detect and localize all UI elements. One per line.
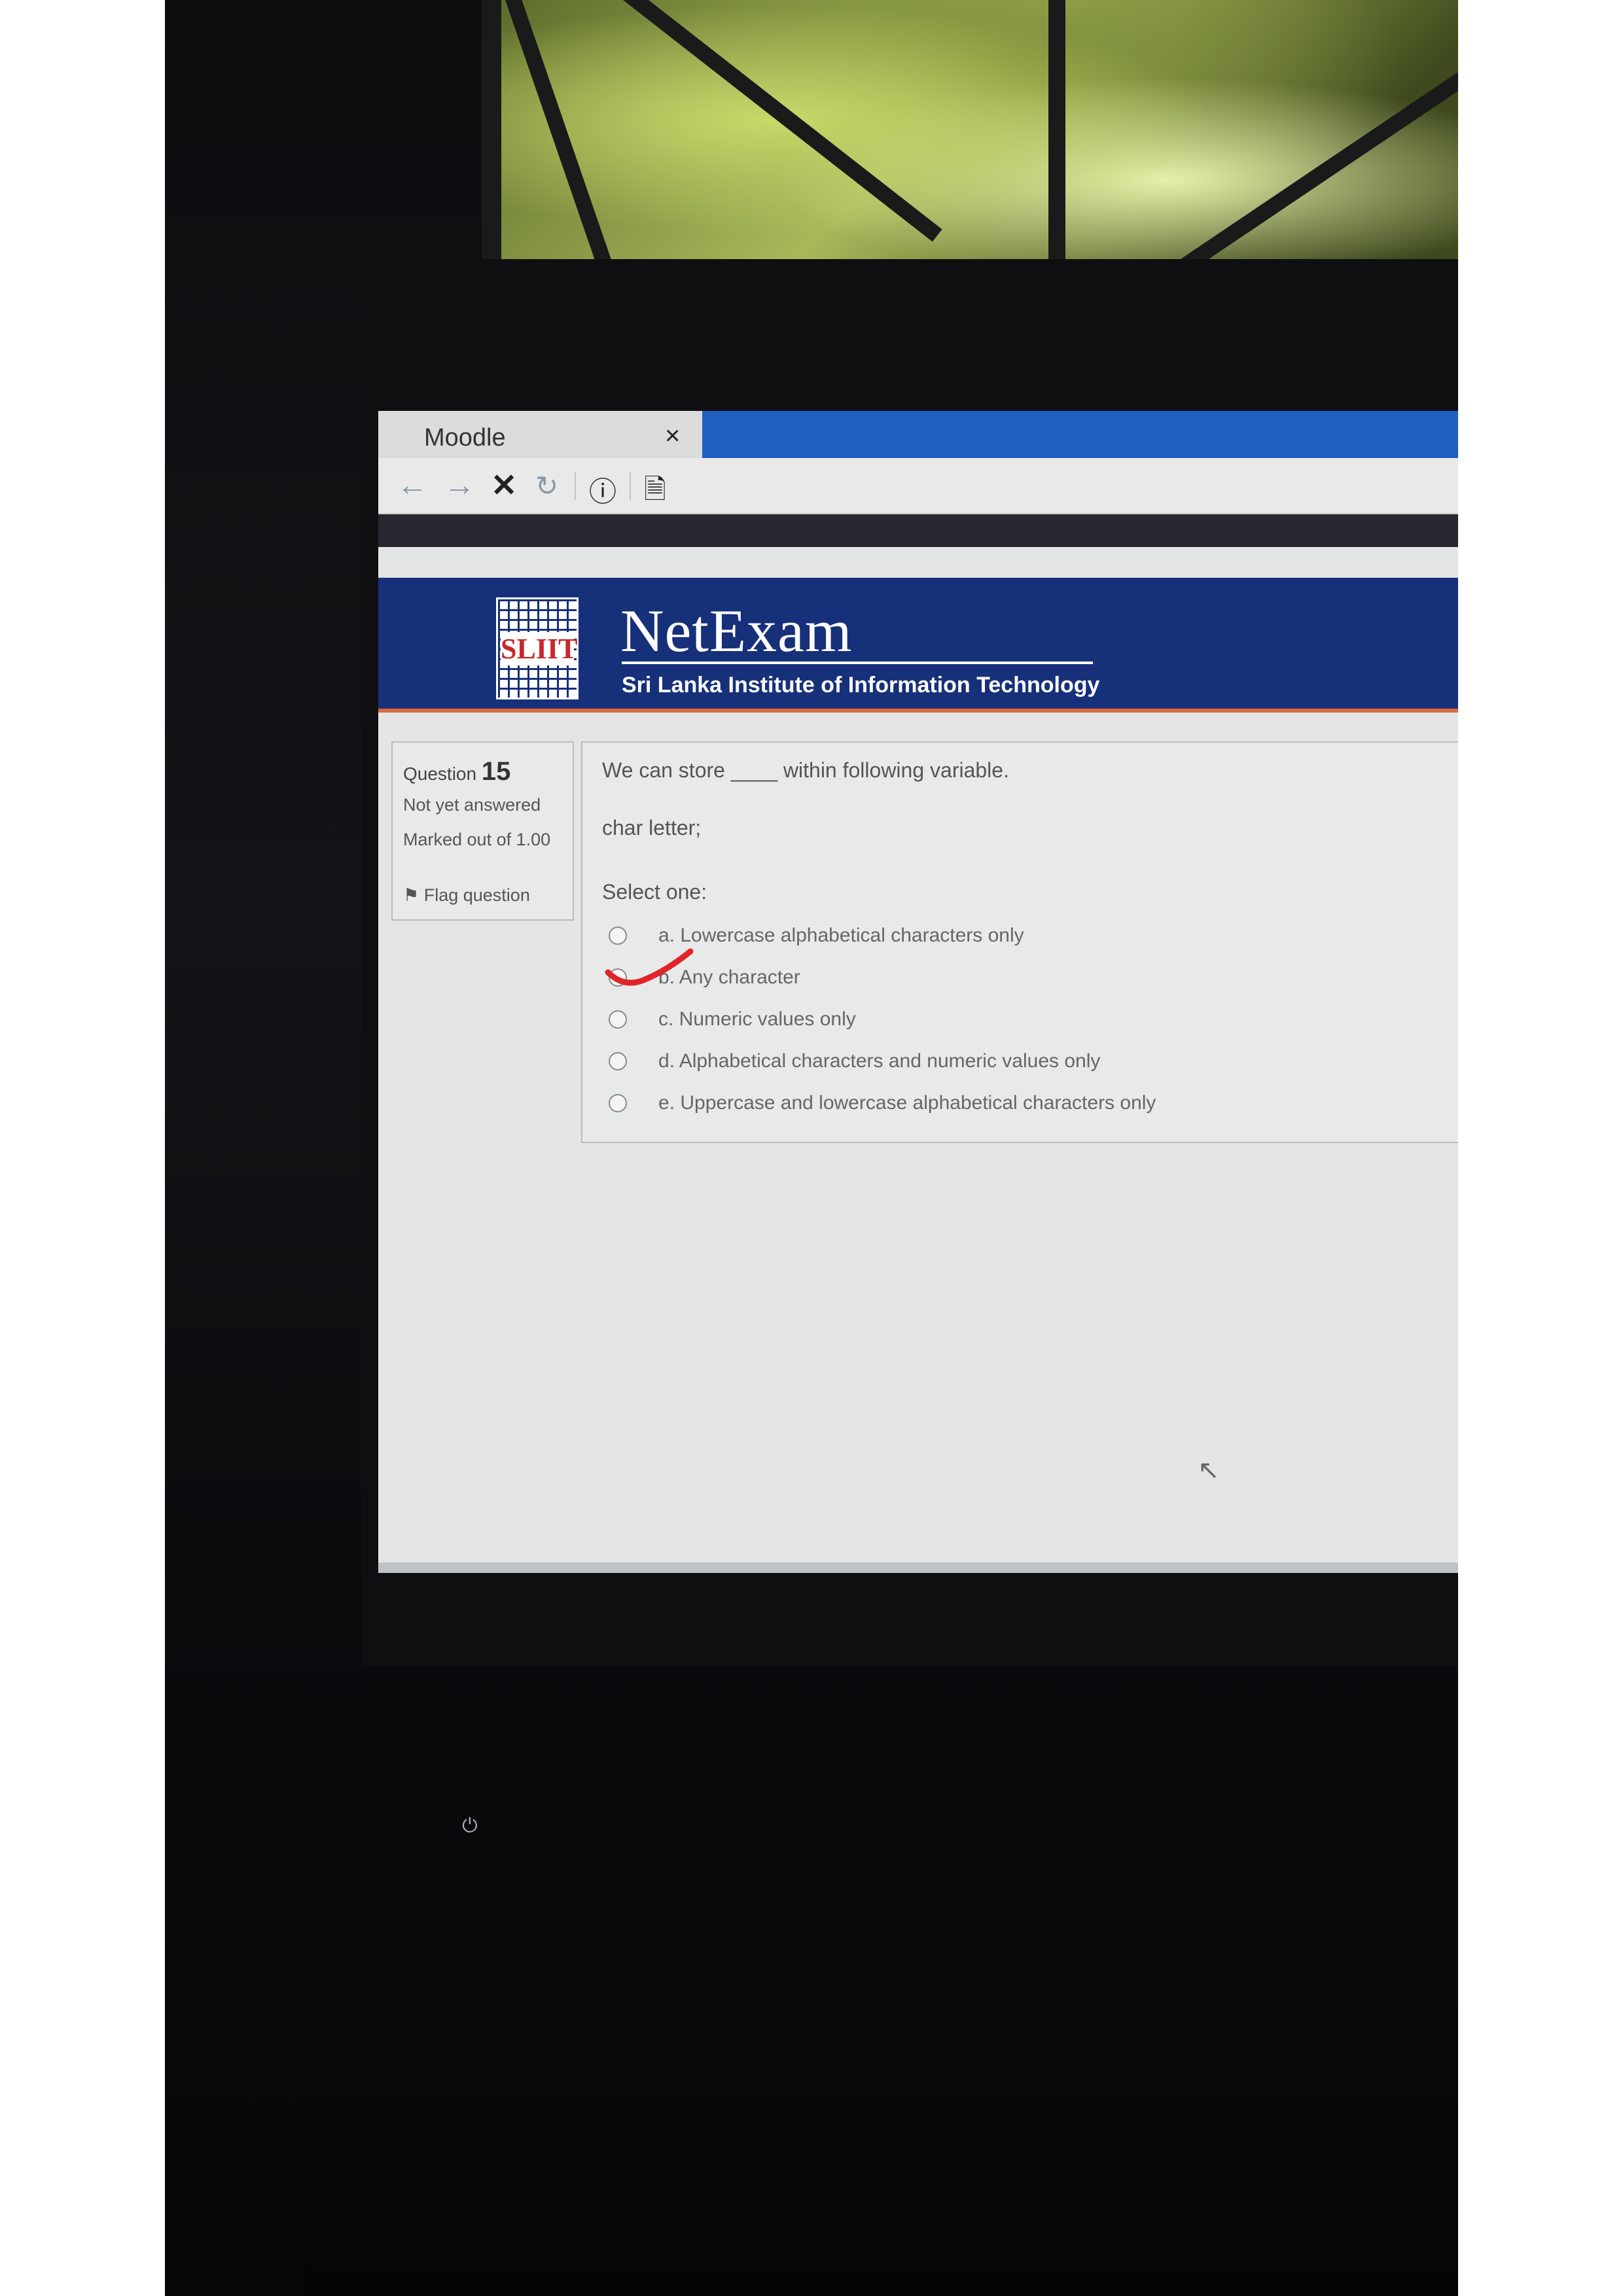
answer-option-c[interactable]: c. Numeric values only — [609, 1003, 856, 1036]
close-tab-icon[interactable]: × — [665, 421, 680, 451]
browser-toolbar: ← → ✕ ↻ ⓘ 🗎 — [378, 458, 1458, 514]
site-header: SLIIT NetExam Sri Lanka Institute of Inf… — [378, 578, 1458, 713]
answer-option-d[interactable]: d. Alphabetical characters and numeric v… — [609, 1045, 1100, 1078]
answer-option-e[interactable]: e. Uppercase and lowercase alphabetical … — [609, 1087, 1156, 1120]
sliit-logo[interactable]: SLIIT — [496, 597, 579, 699]
tab-title: Moodle — [424, 424, 506, 451]
question-label-text: Question — [403, 764, 477, 784]
answer-option-label: a. Lowercase alphabetical characters onl… — [658, 925, 1024, 946]
flag-question-label: Flag question — [423, 885, 530, 905]
question-info-box: Question 15 Not yet answered Marked out … — [391, 741, 574, 921]
tab-strip: Moodle × — [378, 411, 1458, 458]
back-arrow-icon[interactable]: ← — [397, 467, 428, 503]
question-number: 15 — [481, 757, 511, 786]
radio-button[interactable] — [609, 927, 627, 945]
mouse-cursor-icon: ↖ — [1198, 1456, 1220, 1485]
brand-divider — [622, 662, 1093, 664]
question-state: Not yet answered — [403, 795, 541, 815]
brand-subtitle: Sri Lanka Institute of Information Techn… — [622, 673, 1100, 698]
toolbar-separator — [630, 472, 631, 500]
radio-button[interactable] — [609, 1094, 627, 1112]
question-label: Question 15 — [403, 757, 510, 786]
red-checkmark-annotation — [605, 948, 694, 986]
window-bar — [482, 0, 501, 275]
question-content: We can store ____ within following varia… — [581, 741, 1458, 1143]
logo-text: SLIIT — [501, 632, 578, 665]
window-bar — [1048, 0, 1065, 281]
radio-button[interactable] — [609, 1052, 627, 1070]
forward-arrow-icon[interactable]: → — [444, 467, 475, 503]
screen-scrollbar[interactable] — [378, 1563, 1458, 1573]
select-one-label: Select one: — [602, 880, 707, 904]
question-marks: Marked out of 1.00 — [403, 830, 551, 849]
flag-question-link[interactable]: ⚑ Flag question — [403, 885, 530, 906]
answer-option-label: d. Alphabetical characters and numeric v… — [658, 1050, 1101, 1072]
power-led-icon: ⏻ — [462, 1815, 478, 1837]
brand-name: NetExam — [620, 597, 853, 664]
question-text: We can store ____ within following varia… — [602, 758, 1009, 782]
laptop-keyboard — [308, 1891, 1458, 2296]
laptop-screen: Moodle × ← → ✕ ↻ ⓘ 🗎 SLIIT NetExam Sri L… — [378, 411, 1458, 1573]
reload-icon[interactable]: ↻ — [535, 470, 558, 502]
window-foliage — [482, 0, 1458, 300]
page-top-gap — [378, 514, 1458, 547]
answer-option-label: c. Numeric values only — [658, 1008, 856, 1030]
reader-icon[interactable]: 🗎 — [644, 470, 666, 516]
question-code: char letter; — [602, 816, 702, 839]
toolbar-separator — [575, 472, 576, 500]
stop-icon[interactable]: ✕ — [491, 467, 517, 504]
info-icon[interactable]: ⓘ — [589, 470, 616, 510]
radio-button[interactable] — [609, 1010, 627, 1029]
answer-option-label: e. Uppercase and lowercase alphabetical … — [658, 1092, 1156, 1114]
browser-tab[interactable]: Moodle × — [378, 411, 702, 458]
flag-icon: ⚑ — [403, 885, 419, 905]
